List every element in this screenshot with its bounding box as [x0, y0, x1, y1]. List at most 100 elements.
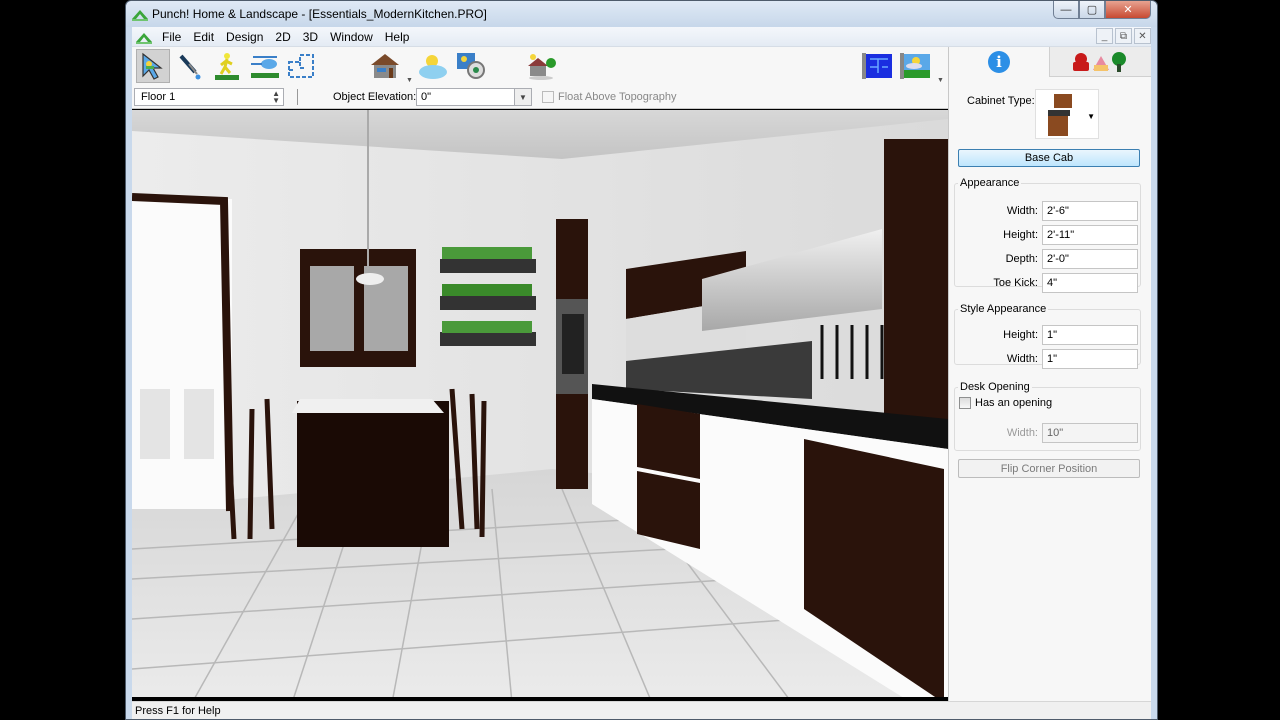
blueprint-icon: [862, 53, 892, 79]
opening-width-input[interactable]: 10": [1042, 423, 1138, 443]
status-text: Press F1 for Help: [135, 705, 221, 717]
furniture-library-icon: [1072, 51, 1126, 72]
has-opening-checkbox[interactable]: Has an opening: [959, 397, 1052, 409]
maximize-icon: ▢: [1086, 4, 1098, 16]
float-above-topography-label: Float Above Topography: [558, 91, 677, 103]
height-label: Height:: [1003, 229, 1038, 241]
status-bar: Press F1 for Help: [132, 701, 1151, 719]
close-icon: ✕: [1123, 4, 1133, 16]
separator: [297, 89, 298, 105]
kitchen-render: [132, 109, 948, 697]
helicopter-icon: [251, 56, 279, 78]
appearance-group: Appearance Width: 2'-6" Height: 2'-11" Dep…: [954, 177, 1141, 293]
style-width-row: Width: 1": [962, 349, 1138, 369]
app-window: Punch! Home & Landscape - [Essentials_Mo…: [125, 0, 1158, 720]
house-view-button[interactable]: [368, 49, 402, 83]
has-opening-label: Has an opening: [975, 397, 1053, 409]
eyedropper-tool-button[interactable]: [172, 49, 206, 83]
floor-selector[interactable]: Floor 1 ▲ ▼: [134, 88, 284, 106]
options-bar: Floor 1 ▲ ▼ Object Elevation: 0" ▼ Float …: [132, 85, 948, 109]
house-tree-icon: [528, 54, 556, 80]
toolbar: ▼ ▼: [132, 47, 948, 85]
base-cabinet-icon: [1048, 94, 1072, 136]
3d-viewport[interactable]: [132, 109, 948, 703]
flip-corner-position-button[interactable]: Flip Corner Position: [958, 459, 1140, 478]
elevation-label: Object Elevation:: [333, 91, 417, 103]
tab-library[interactable]: [1049, 47, 1151, 77]
maximize-button[interactable]: ▢: [1079, 1, 1105, 19]
floorplan-icon: [288, 54, 314, 78]
menu-edit[interactable]: Edit: [187, 30, 220, 44]
landscape-picture-icon: [900, 53, 930, 79]
style-width-label: Width:: [1006, 353, 1038, 365]
mdi-close-button[interactable]: ✕: [1134, 28, 1151, 44]
landscape-view-button[interactable]: [524, 49, 558, 83]
elevation-value: 0": [421, 91, 432, 103]
style-height-input[interactable]: 1": [1042, 325, 1138, 345]
weather-button[interactable]: [416, 49, 450, 83]
depth-input[interactable]: 2'-0": [1042, 249, 1138, 269]
close-icon: ✕: [1138, 30, 1147, 42]
house-view-dropdown-icon[interactable]: ▼: [406, 77, 413, 84]
opening-width-row: Width: 10": [962, 423, 1138, 443]
window-title: Punch! Home & Landscape - [Essentials_Mo…: [152, 7, 487, 21]
base-cab-button[interactable]: Base Cab: [958, 149, 1140, 167]
sun-cloud-icon: [419, 55, 447, 79]
render-settings-button[interactable]: [454, 49, 488, 83]
flyover-tool-button[interactable]: [248, 49, 282, 83]
toe-kick-input[interactable]: 4": [1042, 273, 1138, 293]
minimize-icon: _: [1101, 30, 1108, 42]
chevron-down-icon: ▼: [519, 92, 527, 102]
menu-3d[interactable]: 3D: [297, 30, 324, 44]
select-arrow-icon: [142, 52, 163, 80]
menu-2d[interactable]: 2D: [269, 30, 296, 44]
minimize-button[interactable]: —: [1053, 1, 1079, 19]
select-tool-button[interactable]: [136, 49, 170, 83]
menu-bar: File Edit Design 2D 3D Window Help _ ⧉ ✕: [132, 27, 1151, 47]
style-width-input[interactable]: 1": [1042, 349, 1138, 369]
document-logo-icon[interactable]: [136, 30, 152, 44]
depth-label: Depth:: [1005, 253, 1038, 265]
info-icon: i: [988, 51, 1010, 73]
style-height-row: Height: 1": [962, 325, 1138, 345]
panel-tabs: i: [949, 47, 1151, 77]
properties-panel: i Cabinet Type: ▼ Base Cab Appearance Wi…: [948, 47, 1151, 701]
menu-window[interactable]: Window: [324, 30, 379, 44]
minimize-icon: —: [1060, 3, 1072, 16]
elevation-dropdown-button[interactable]: ▼: [514, 88, 532, 106]
float-above-topography-checkbox[interactable]: [542, 91, 554, 103]
checkbox-box[interactable]: [959, 397, 971, 409]
floorplan-tool-button[interactable]: [284, 49, 318, 83]
width-label: Width:: [1006, 205, 1038, 217]
mdi-minimize-button[interactable]: _: [1096, 28, 1113, 44]
house-icon: [371, 54, 399, 78]
cabinet-type-label: Cabinet Type:: [967, 95, 1035, 107]
desk-opening-legend: Desk Opening: [960, 381, 1030, 393]
door: [132, 199, 232, 509]
herb-planter: [440, 247, 536, 346]
spinner-icon[interactable]: ▲ ▼: [272, 90, 280, 105]
2d-plan-view-button[interactable]: [860, 49, 894, 83]
style-height-label: Height:: [1003, 329, 1038, 341]
width-row: Width: 2'-6": [962, 201, 1138, 221]
opening-width-label: Width:: [1006, 427, 1038, 439]
app-logo-icon: [132, 10, 148, 21]
walking-person-icon: [215, 53, 239, 80]
menu-file[interactable]: File: [156, 30, 187, 44]
eyedropper-icon: [179, 54, 201, 80]
tab-info[interactable]: i: [949, 47, 1049, 77]
restore-icon: ⧉: [1119, 30, 1128, 42]
mdi-restore-button[interactable]: ⧉: [1115, 28, 1132, 44]
view-dropdown-icon[interactable]: ▼: [937, 77, 944, 84]
title-bar[interactable]: Punch! Home & Landscape - [Essentials_Mo…: [126, 1, 1157, 27]
close-button[interactable]: ✕: [1105, 1, 1151, 19]
appearance-legend: Appearance: [960, 177, 1020, 189]
menu-help[interactable]: Help: [379, 30, 416, 44]
height-input[interactable]: 2'-11": [1042, 225, 1138, 245]
width-input[interactable]: 2'-6": [1042, 201, 1138, 221]
3d-view-button[interactable]: [898, 49, 932, 83]
desk-opening-group: Desk Opening Has an opening Width: 10": [954, 381, 1141, 451]
walkthrough-tool-button[interactable]: [210, 49, 244, 83]
cabinet-type-selector[interactable]: ▼: [1035, 89, 1099, 139]
menu-design[interactable]: Design: [220, 30, 269, 44]
